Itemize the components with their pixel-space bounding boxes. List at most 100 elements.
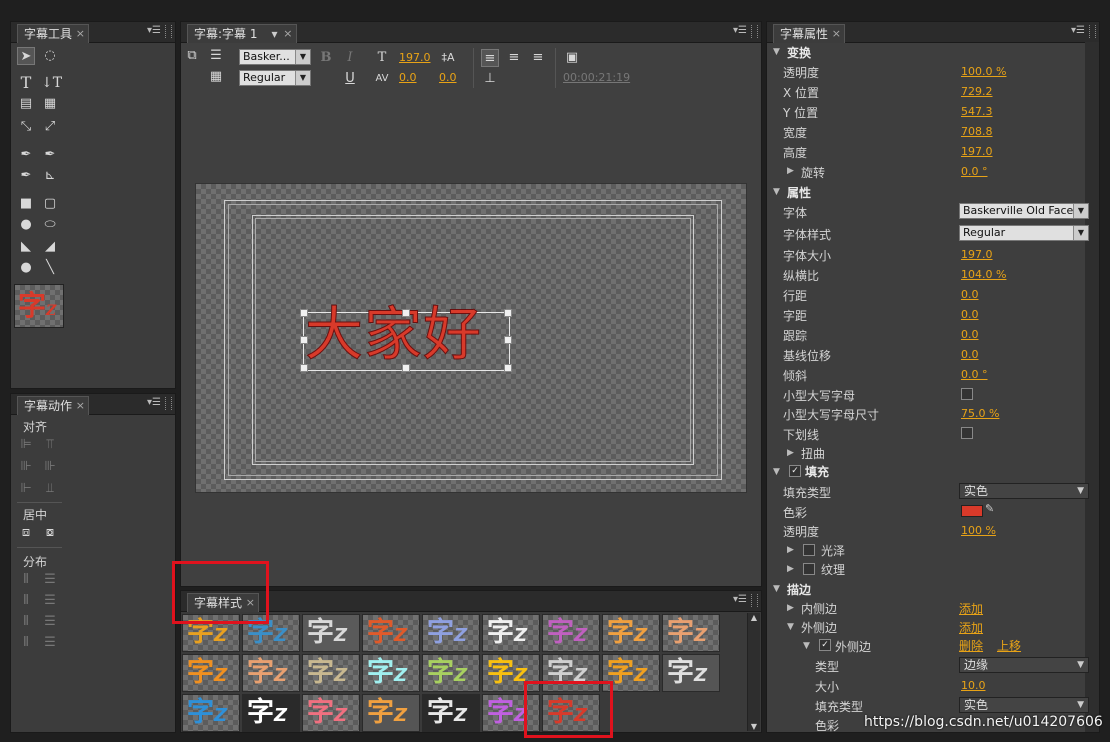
texture-checkbox[interactable] [803,563,815,575]
style-swatch[interactable]: 字Z [362,694,420,732]
rounded-rectangle-tool[interactable]: ▢ [41,195,59,213]
close-icon[interactable]: × [283,25,292,43]
style-swatch[interactable]: 字Z [242,694,300,732]
style-swatch[interactable]: 字Z [602,614,660,652]
leading-value[interactable]: 0.0 [961,288,979,301]
pen-tool[interactable]: ✒ [17,146,35,164]
collapsed-triangle-icon[interactable]: ▶ [787,564,794,574]
align-vcenter-icon[interactable]: ⊪ [41,458,59,476]
delete-anchor-tool[interactable]: ✒ [41,146,59,164]
style-swatch[interactable]: 字Z [362,654,420,692]
path-type-tool[interactable]: ⤡ [17,118,35,136]
center-vertical-icon[interactable]: ⧇ [41,524,59,542]
title-dropdown-icon[interactable]: ▾ [271,25,277,43]
expand-triangle-icon[interactable]: ▼ [773,467,780,477]
grip-icon[interactable] [751,25,758,38]
fill-opacity-value[interactable]: 100 % [961,524,996,537]
style-swatch[interactable]: 字Z [302,614,360,652]
rotation-value[interactable]: 0.0 ° [961,165,988,178]
collapsed-triangle-icon[interactable]: ▶ [787,166,794,176]
slant-value[interactable]: 0.0 ° [961,368,988,381]
style-swatch[interactable]: 字Z [302,654,360,692]
resize-handle[interactable] [300,336,308,344]
add-anchor-tool[interactable]: ✒ [17,167,35,185]
font-family-select[interactable]: Basker... ▼ [239,49,311,65]
fill-checkbox[interactable]: ✓ [789,465,801,477]
scroll-up-icon[interactable]: ▲ [748,613,760,622]
distribute-bottom-icon[interactable]: ☰ [41,613,59,631]
align-center-text-icon[interactable]: ≡ [505,49,523,67]
height-value[interactable]: 197.0 [961,145,993,158]
convert-anchor-tool[interactable]: ⊾ [41,167,59,185]
panel-menu-icon[interactable]: ▾☰ [733,25,747,36]
aspect-value[interactable]: 104.0 % [961,268,1006,281]
smallcaps-size-value[interactable]: 75.0 % [961,407,999,420]
resize-handle[interactable] [504,364,512,372]
area-type-tool[interactable]: ▤ [17,95,35,113]
underline-button[interactable]: U [341,70,359,88]
collapsed-triangle-icon[interactable]: ▶ [787,545,794,555]
tab-title-tools[interactable]: 字幕工具 × [17,24,90,43]
style-swatch[interactable]: 字Z [302,694,360,732]
distribute-vspace-icon[interactable]: ☰ [41,634,59,652]
ellipse-tool[interactable]: ● [17,259,35,277]
tab-stops-icon[interactable]: ⊥ [481,70,499,88]
style-swatch[interactable]: 字Z [662,654,720,692]
resize-handle[interactable] [300,309,308,317]
resize-handle[interactable] [504,336,512,344]
style-swatch[interactable]: 字Z [422,654,480,692]
align-left-text-icon[interactable]: ≡ [481,49,499,67]
panel-menu-icon[interactable]: ▾☰ [733,594,747,605]
vertical-path-type-tool[interactable]: ⤢ [41,118,59,136]
grip-icon[interactable] [1089,25,1096,38]
expand-triangle-icon[interactable]: ▼ [803,641,810,651]
line-tool[interactable]: ╲ [41,259,59,277]
italic-button[interactable]: I [341,49,359,67]
roll-crawl-icon[interactable]: ☰ [207,47,225,65]
resize-handle[interactable] [402,309,410,317]
tab-title[interactable]: 字幕:字幕 1 ▾ × [187,24,297,43]
distribute-hspace-icon[interactable]: ⫴ [17,634,35,652]
panel-menu-icon[interactable]: ▾☰ [147,25,161,36]
tab-title-properties[interactable]: 字幕属性 × [773,24,846,43]
clipped-rectangle-tool[interactable]: ● [17,216,35,234]
expand-triangle-icon[interactable]: ▼ [773,47,780,57]
vertical-type-tool[interactable]: ↓T [41,74,62,92]
style-swatch[interactable]: 字Z [182,694,240,732]
show-video-icon[interactable]: ▣ [563,49,581,67]
align-right-icon[interactable]: ⊩ [17,480,35,498]
style-swatch[interactable]: 字Z [422,614,480,652]
font-select[interactable]: Baskerville Old Face ▼ [959,203,1089,219]
rounded-corner-tool[interactable]: ⬭ [41,216,59,234]
baseline-value[interactable]: 0.0 [961,348,979,361]
width-value[interactable]: 708.8 [961,125,993,138]
stroke-fill-type-select[interactable]: 实色 ▼ [959,697,1089,713]
align-top-icon[interactable]: ⫪ [41,436,59,454]
templates-icon[interactable]: ▦ [207,68,225,86]
close-icon[interactable]: × [76,397,85,415]
close-icon[interactable]: × [76,25,85,43]
panel-menu-icon[interactable]: ▾☰ [1071,25,1085,36]
canvas-text[interactable]: 大家好 [304,296,482,372]
add-outer-stroke-link[interactable]: 添加 [959,619,983,636]
distribute-top-icon[interactable]: ☰ [41,571,59,589]
align-left-icon[interactable]: ⊫ [17,436,35,454]
kerning-prop-value[interactable]: 0.0 [961,308,979,321]
move-up-link[interactable]: 上移 [997,637,1021,654]
grip-icon[interactable] [751,594,758,607]
align-bottom-icon[interactable]: ⫫ [41,480,59,498]
resize-handle[interactable] [504,309,512,317]
x-position-value[interactable]: 729.2 [961,85,993,98]
expand-triangle-icon[interactable]: ▼ [773,187,780,197]
rectangle-tool[interactable]: ■ [17,195,35,213]
distribute-left-icon[interactable]: ⫴ [17,571,35,589]
collapsed-triangle-icon[interactable]: ▶ [787,603,794,613]
timecode[interactable]: 00:00:21:19 [563,71,630,84]
eyedropper-icon[interactable]: ✎ [985,502,994,515]
font-size-value[interactable]: 197.0 [399,51,431,64]
style-swatch[interactable]: 字Z [662,614,720,652]
align-right-text-icon[interactable]: ≡ [529,49,547,67]
kerning-value[interactable]: 0.0 [399,71,417,84]
font-size-prop-value[interactable]: 197.0 [961,248,993,261]
fill-type-select[interactable]: 实色 ▼ [959,483,1089,499]
